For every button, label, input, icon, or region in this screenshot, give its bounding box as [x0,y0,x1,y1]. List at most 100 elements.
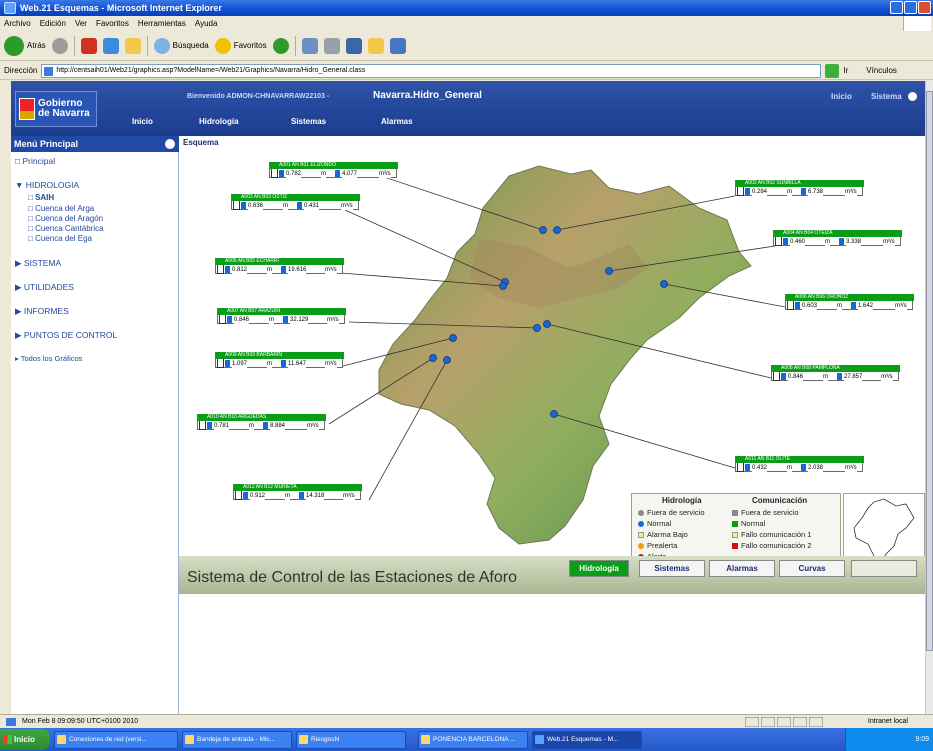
level-unit: m [837,302,842,310]
task-label: RiesgosN [311,735,340,743]
edit-button[interactable] [345,37,362,54]
mail-button[interactable] [301,37,318,54]
station-values: 0.460 m 3.338 m³/s [783,238,901,246]
tab-empty[interactable] [851,560,917,577]
menu-herramientas[interactable]: Herramientas [138,19,186,28]
start-button[interactable]: Inicio [0,729,50,750]
close-button[interactable] [918,1,931,14]
station-box[interactable]: A006 AN B06 ORONOZ 0.603 m 1.642 m³/s [785,294,914,310]
nav-right-sistema[interactable]: Sistema [871,92,902,101]
sidebar-item-informes[interactable]: ▶ INFORMES [15,306,69,317]
vertical-scrollbar[interactable] [925,81,933,714]
forward-button[interactable] [51,37,68,54]
favorites-button[interactable]: Favoritos [214,37,267,54]
station-box[interactable]: A011 AN B11 OLITE 0.432 m 2.038 m³/s [735,456,864,472]
station-marker[interactable] [449,334,457,342]
menu-edicion[interactable]: Edición [40,19,66,28]
powerpoint-icon [421,734,430,744]
sidebar-item-hidrologia[interactable]: ▼ HIDROLOGIA [15,180,79,190]
go-button[interactable]: Ir [843,66,848,75]
taskbar-item[interactable]: Conexiones de red (versi... [54,730,178,749]
separator [73,35,75,56]
nav-sistemas[interactable]: Sistemas [291,117,326,126]
sidebar-collapse-icon[interactable] [165,139,175,149]
status-text: Mon Feb 8 09:09:50 UTC+0100 2010 [22,718,139,725]
taskbar-item[interactable]: PONENCIA BARCELONA ... [418,730,528,749]
sidebar-item-utilidades[interactable]: ▶ UTILIDADES [15,282,74,293]
sidebar-item-cuenca-aragon[interactable]: □ Cuenca del Aragón [28,214,103,223]
station-level: 0.284 [752,188,768,196]
station-marker[interactable] [553,226,561,234]
flow-unit: m³/s [845,188,857,196]
taskbar-item-active[interactable]: Web.21 Esquemas - M... [532,730,642,749]
tab-alarmas[interactable]: Alarmas [709,560,775,577]
sidebar-item-cuenca-arga[interactable]: □ Cuenca del Arga [28,204,94,213]
messenger-button[interactable] [389,37,406,54]
home-button[interactable] [124,37,141,54]
sidebar-item-principal[interactable]: □ Principal [15,156,55,166]
station-marker[interactable] [443,356,451,364]
tab-sistemas[interactable]: Sistemas [639,560,705,577]
station-box[interactable]: A001 AN B01 ELIZONDO 0.782 m 4.077 m³/s [269,162,398,178]
station-box[interactable]: A012 AN B12 MURIETA 0.912 m 14.318 m³/s [233,484,362,500]
sidebar-item-saih[interactable]: □ SAIH [28,193,54,202]
back-button[interactable]: Atrás [4,35,46,56]
tab-curvas[interactable]: Curvas [779,560,845,577]
station-box[interactable]: A004 AN B04 OTEIZA 0.460 m 3.338 m³/s [773,230,902,246]
menu-ver[interactable]: Ver [75,19,87,28]
tab-hidrologia[interactable]: Hidrología [569,560,629,577]
sidebar-item-todos-graficos[interactable]: ▸ Todos los Gráficos [15,354,82,363]
folder-button[interactable] [367,37,384,54]
nav-alarmas[interactable]: Alarmas [381,117,413,126]
legend-hidro-row: Normal [638,519,671,528]
maximize-button[interactable] [904,1,917,14]
station-marker[interactable] [533,324,541,332]
links-button[interactable]: Vínculos [866,66,897,75]
scrollbar-thumb[interactable] [926,91,933,651]
taskbar-item[interactable]: Bandeja de entrada - Mic... [182,730,292,749]
stop-button[interactable] [80,37,97,54]
minimize-button[interactable] [890,1,903,14]
nav-hidrologia[interactable]: Hidrología [199,117,239,126]
sidebar-item-label: Cuenca del Arga [35,204,95,213]
station-marker[interactable] [660,280,668,288]
station-box[interactable]: A003 AN B03 OSTIZ 0.636 m 0.431 m³/s [231,194,360,210]
sidebar-item-sistema[interactable]: ▶ SISTEMA [15,258,61,269]
header-close-icon[interactable] [908,92,917,101]
menu-archivo[interactable]: Archivo [4,19,31,28]
search-button[interactable]: Búsqueda [153,37,209,54]
station-box[interactable]: A005 AN B05 ECHARRI 0.812 m 19.616 m³/s [215,258,344,274]
station-marker[interactable] [605,267,613,275]
station-box[interactable]: A002 AN B02 SUNBILLA 0.284 m 6.738 m³/s [735,180,864,196]
window-controls [890,1,931,14]
nav-inicio[interactable]: Inicio [132,117,153,126]
station-marker[interactable] [499,282,507,290]
station-marker[interactable] [550,410,558,418]
print-button[interactable] [323,37,340,54]
refresh-button[interactable] [102,37,119,54]
sidebar-item-cuenca-cantabrica[interactable]: □ Cuenca Cantábrica [28,224,104,233]
ie-icon [4,2,16,14]
station-marker[interactable] [539,226,547,234]
station-level: 0.812 [232,266,248,274]
station-flow: 3.338 [846,238,862,246]
mail-icon [185,734,194,744]
taskbar-item[interactable]: RiesgosN [296,730,406,749]
clock[interactable]: 9:09 [915,736,929,743]
sidebar-item-cuenca-ega[interactable]: □ Cuenca del Ega [28,234,92,243]
station-level: 1.097 [232,360,248,368]
go-arrow-icon[interactable] [825,63,840,78]
station-box[interactable]: A009 AN B09 BARBARIN 1.097 m 11.647 m³/s [215,352,344,368]
sidebar-item-puntos-control[interactable]: ▶ PUNTOS DE CONTROL [15,330,117,341]
menu-favoritos[interactable]: Favoritos [96,19,129,28]
flow-bar [283,316,288,323]
station-box[interactable]: A010 AN B10 ARGUEDAS 0.781 m 8.884 m³/s [197,414,326,430]
station-box[interactable]: A007 AN B07 ARAZURI 0.846 m 32.129 m³/s [217,308,346,324]
station-marker[interactable] [429,354,437,362]
menu-ayuda[interactable]: Ayuda [195,19,218,28]
station-box[interactable]: A008 AN B08 PAMPLONA 0.846 m 27.857 m³/s [771,365,900,381]
station-marker[interactable] [543,320,551,328]
address-input[interactable]: http://centsaih01/Web21/graphics.asp?Mod… [41,63,822,78]
nav-right-inicio[interactable]: Inicio [831,92,852,101]
history-button[interactable] [272,37,289,54]
